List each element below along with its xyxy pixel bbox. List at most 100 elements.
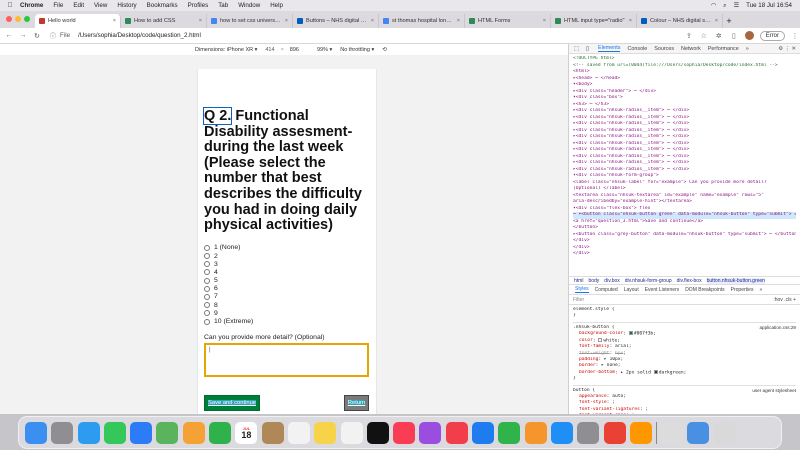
styles-subtab[interactable]: Properties	[731, 287, 754, 293]
close-window-icon[interactable]	[6, 16, 12, 22]
radio-option[interactable]: 5	[204, 277, 371, 285]
radio-button[interactable]	[204, 285, 210, 292]
tab-elements[interactable]: Elements	[598, 45, 621, 52]
radio-option[interactable]: 8	[204, 301, 371, 309]
breadcrumb-item[interactable]: body	[588, 278, 599, 284]
profile-avatar[interactable]	[744, 31, 754, 40]
menu-tab[interactable]: Tab	[218, 2, 228, 9]
extensions-icon[interactable]: ✲	[714, 32, 724, 40]
device-toggle-icon[interactable]: ▯	[584, 46, 591, 52]
menu-window[interactable]: Window	[238, 2, 260, 9]
calendar-icon[interactable]: JUL 18	[235, 421, 258, 444]
pages-icon[interactable]	[524, 421, 547, 444]
radio-button[interactable]	[204, 244, 210, 251]
radio-option[interactable]: 9	[204, 309, 371, 317]
devtools-settings-icon[interactable]: ⚙ ⋮ ✕	[778, 46, 796, 52]
messages-icon[interactable]	[103, 421, 126, 444]
minimize-window-icon[interactable]	[15, 16, 21, 22]
tab-close-icon[interactable]: ×	[543, 18, 546, 24]
styles-filter-tools[interactable]: :hov .cls +	[773, 297, 796, 303]
safari-icon[interactable]	[77, 421, 100, 444]
radio-button[interactable]	[204, 310, 210, 317]
tab-close-icon[interactable]: ×	[371, 18, 374, 24]
appletv-icon[interactable]	[366, 421, 389, 444]
radio-label[interactable]: 5	[214, 277, 218, 284]
settings-icon[interactable]	[577, 421, 600, 444]
apple-menu-icon[interactable]: 	[6, 2, 14, 9]
notes-icon[interactable]	[314, 421, 337, 444]
radio-label[interactable]: 3	[214, 261, 218, 268]
numbers-icon[interactable]	[498, 421, 521, 444]
reminders-icon[interactable]	[287, 421, 310, 444]
styles-subtab[interactable]: Layout	[624, 287, 639, 293]
radio-button[interactable]	[204, 318, 210, 325]
inspect-element-icon[interactable]: ⬚	[573, 46, 580, 52]
tab-close-icon[interactable]: ×	[199, 18, 202, 24]
maps-icon[interactable]	[156, 421, 179, 444]
device-dimensions-select[interactable]: Dimensions: iPhone XR ▾	[195, 47, 257, 53]
music-icon[interactable]	[393, 421, 416, 444]
contacts-icon[interactable]	[261, 421, 284, 444]
tab-sources[interactable]: Sources	[654, 46, 674, 52]
tab-close-icon[interactable]: ×	[629, 18, 632, 24]
tab-close-icon[interactable]: ×	[113, 18, 116, 24]
browser-tab[interactable]: Colour – NHS digital servi ×	[637, 14, 723, 28]
radio-label[interactable]: 9	[214, 310, 218, 317]
finder-icon[interactable]	[25, 421, 47, 444]
forward-icon[interactable]: →	[18, 32, 28, 39]
detail-textarea[interactable]: |	[204, 342, 369, 377]
search-icon[interactable]: ⌕	[723, 2, 726, 10]
device-height-input[interactable]: 896	[290, 47, 299, 53]
radio-option[interactable]: 4	[204, 268, 371, 276]
radio-label[interactable]: 10 (Extreme)	[214, 318, 253, 325]
trash-icon[interactable]	[713, 421, 736, 444]
appstore-icon[interactable]	[550, 421, 573, 444]
browser-tab[interactable]: how to set css universal fo ×	[207, 14, 293, 28]
styles-subtab[interactable]: DOM Breakpoints	[685, 287, 724, 293]
tab-network[interactable]: Network	[681, 46, 701, 52]
radio-label[interactable]: 8	[214, 302, 218, 309]
radio-button[interactable]	[204, 253, 210, 260]
breadcrumb-item[interactable]: div.nhsuk-form-group	[625, 278, 672, 284]
reload-icon[interactable]: ↻	[32, 32, 42, 40]
menu-app-chrome[interactable]: Chrome	[20, 2, 43, 9]
menu-history[interactable]: History	[117, 2, 136, 9]
save-continue-button[interactable]: Save and continue	[204, 394, 261, 411]
styles-subtab[interactable]: Styles	[575, 286, 589, 293]
podcasts-icon[interactable]	[419, 421, 442, 444]
browser-tab[interactable]: Hello world ×	[35, 14, 121, 28]
dom-node-line[interactable]: ⋯ ▾<button class="nhsuk-button green" da…	[573, 212, 796, 219]
menu-kebab-icon[interactable]: ⋮	[790, 32, 800, 40]
clock[interactable]: Tue 18 Jul 16:54	[746, 2, 792, 9]
device-width-input[interactable]: 414	[265, 47, 274, 53]
dom-node-line[interactable]: <!-- saved from url=(0044)file:///Users/…	[573, 63, 796, 70]
radio-button[interactable]	[204, 293, 210, 300]
return-link[interactable]: Return	[347, 399, 366, 406]
tab-close-icon[interactable]: ×	[457, 18, 460, 24]
preview-icon[interactable]	[661, 421, 684, 444]
breadcrumb-item[interactable]: button.nhsuk-button.green	[706, 277, 765, 284]
share-icon[interactable]: ⇪	[684, 32, 694, 40]
error-button[interactable]: Error	[759, 30, 786, 41]
radio-button[interactable]	[204, 302, 210, 309]
browser-tab[interactable]: Buttons – NHS digital servi ×	[293, 14, 379, 28]
styles-filter-input[interactable]: Filter	[573, 297, 584, 303]
browser-tab[interactable]: st thomas hospital london ×	[379, 14, 465, 28]
sublime-icon[interactable]	[629, 421, 652, 444]
radio-label[interactable]: 6	[214, 285, 218, 292]
radio-option[interactable]: 10 (Extreme)	[204, 317, 371, 325]
styles-subtab[interactable]: »	[759, 287, 762, 293]
keynote-icon[interactable]	[472, 421, 495, 444]
mail-icon[interactable]	[130, 421, 153, 444]
breadcrumb-item[interactable]: div.flex-box	[677, 278, 702, 284]
styles-subtab[interactable]: Computed	[595, 287, 618, 293]
more-tabs-icon[interactable]: »	[746, 46, 749, 52]
menu-view[interactable]: View	[94, 2, 107, 9]
browser-tab[interactable]: HTML Forms ×	[465, 14, 551, 28]
news-icon[interactable]	[445, 421, 468, 444]
radio-label[interactable]: 1 (None)	[214, 244, 240, 251]
menu-edit[interactable]: Edit	[73, 2, 84, 9]
radio-label[interactable]: 4	[214, 269, 218, 276]
back-icon[interactable]: ←	[4, 32, 14, 39]
facetime-icon[interactable]	[209, 421, 232, 444]
